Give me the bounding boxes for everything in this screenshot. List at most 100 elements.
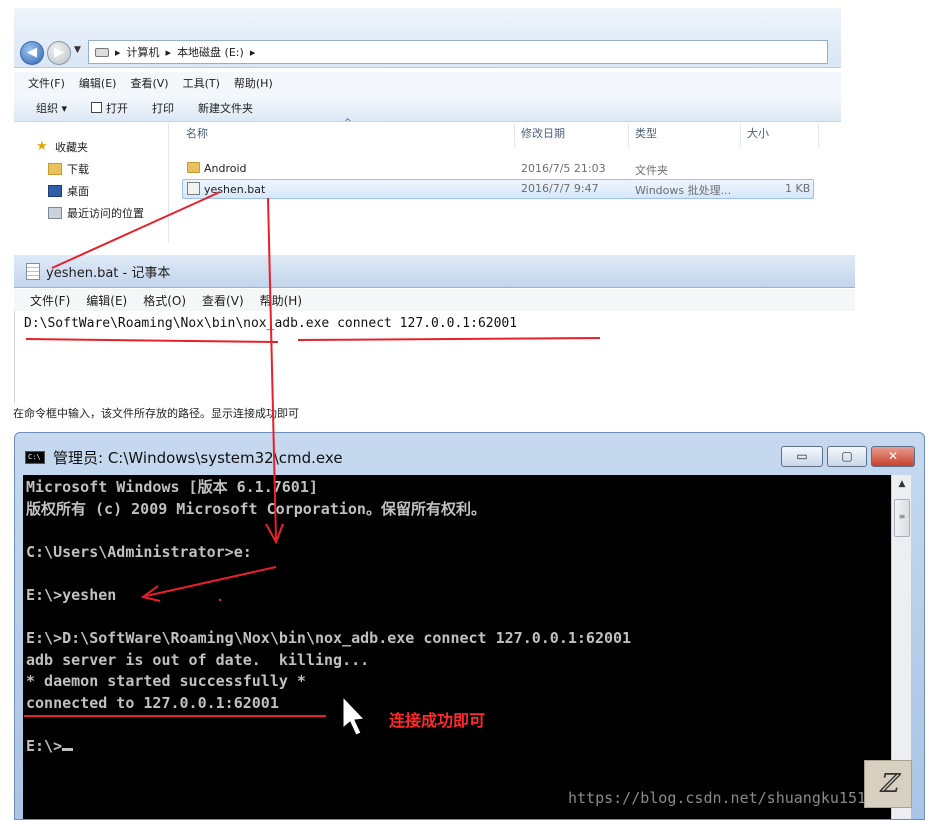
breadcrumb-drive-e[interactable]: 本地磁盘 (E:)	[177, 44, 244, 60]
console-area[interactable]: Microsoft Windows [版本 6.1.7601] 版权所有 (c) …	[23, 475, 891, 819]
breadcrumb-sep-icon: ▸	[249, 45, 256, 59]
column-divider[interactable]	[818, 123, 819, 147]
recent-pages-dropdown-icon[interactable]: ▼	[74, 45, 81, 55]
open-icon	[91, 102, 103, 113]
organize-button[interactable]: 组织 ▾	[14, 100, 79, 116]
nav-recent-label: 最近访问的位置	[67, 207, 144, 220]
notepad-window: yeshen.bat - 记事本 文件(F) 编辑(E) 格式(O) 查看(V)…	[14, 255, 855, 403]
console-line: C:\Users\Administrator>e:	[26, 542, 252, 561]
minimize-button[interactable]: ▭	[781, 446, 823, 467]
breadcrumb-computer[interactable]: 计算机	[127, 44, 160, 60]
print-button[interactable]: 打印	[140, 100, 186, 116]
explorer-menu-bar: 文件(F) 编辑(E) 查看(V) 工具(T) 帮助(H)	[14, 72, 841, 94]
file-row-yeshen-bat[interactable]: yeshen.bat 2016/7/7 9:47 Windows 批处理... …	[182, 179, 814, 199]
np-menu-view[interactable]: 查看(V)	[202, 292, 244, 309]
address-bar-area: ◀ ▶ ▼ ▸ 计算机 ▸ 本地磁盘 (E:) ▸	[14, 8, 841, 68]
column-name[interactable]: 名称	[186, 125, 208, 141]
file-type: Windows 批处理...	[635, 184, 732, 197]
menu-file[interactable]: 文件(F)	[28, 75, 65, 91]
notepad-edit-area[interactable]: D:\SoftWare\Roaming\Nox\bin\nox_adb.exe …	[14, 311, 855, 403]
np-menu-format[interactable]: 格式(O)	[143, 292, 186, 309]
file-type: 文件夹	[635, 164, 668, 177]
new-folder-button[interactable]: 新建文件夹	[186, 100, 265, 116]
nav-downloads-label: 下载	[67, 163, 89, 176]
notepad-content: D:\SoftWare\Roaming\Nox\bin\nox_adb.exe …	[24, 316, 518, 331]
cmd-title: 管理员: C:\Windows\system32\cmd.exe	[53, 449, 343, 467]
back-button[interactable]: ◀	[20, 41, 44, 65]
cmd-title-bar: C:\ 管理员: C:\Windows\system32\cmd.exe	[25, 447, 343, 468]
column-size[interactable]: 大小	[747, 125, 769, 141]
column-divider[interactable]	[740, 123, 741, 147]
navigation-pane: ★ 收藏夹 下载 桌面 最近访问的位置	[14, 123, 169, 242]
nav-favorites[interactable]: ★ 收藏夹	[36, 139, 88, 155]
console-line: 版权所有 (c) 2009 Microsoft Corporation。保留所有…	[26, 499, 486, 518]
column-type[interactable]: 类型	[635, 125, 657, 141]
file-row-android[interactable]: Android 2016/7/5 21:03 文件夹	[182, 159, 814, 179]
file-name-cell: yeshen.bat	[187, 182, 265, 196]
console-output: Microsoft Windows [版本 6.1.7601] 版权所有 (c) …	[26, 477, 631, 758]
column-divider[interactable]	[628, 123, 629, 147]
file-date: 2016/7/7 9:47	[521, 182, 599, 195]
sort-arrow-icon: ^	[344, 118, 352, 128]
nav-desktop-label: 桌面	[67, 185, 89, 198]
console-line: Microsoft Windows [版本 6.1.7601]	[26, 478, 318, 496]
console-line: E:\>D:\SoftWare\Roaming\Nox\bin\nox_adb.…	[26, 629, 632, 648]
file-list: 名称 ^ 修改日期 类型 大小 Android 2016/7/5 21:03 文…	[170, 118, 841, 242]
desktop-icon	[48, 185, 62, 197]
console-line: * daemon started successfully *	[26, 672, 306, 691]
open-button[interactable]: 打开	[79, 100, 140, 116]
success-annotation: 连接成功即可	[389, 711, 486, 730]
file-size: 1 KB	[785, 182, 811, 195]
notepad-menu-bar: 文件(F) 编辑(E) 格式(O) 查看(V) 帮助(H)	[14, 289, 855, 311]
open-label: 打开	[106, 101, 129, 115]
close-button[interactable]: ✕	[871, 446, 915, 467]
menu-tools[interactable]: 工具(T)	[183, 75, 220, 91]
nav-recent[interactable]: 最近访问的位置	[48, 205, 144, 221]
file-name: Android	[204, 162, 247, 175]
console-prompt-line: E:\>	[26, 736, 631, 758]
notepad-title: yeshen.bat - 记事本	[46, 265, 171, 281]
maximize-button[interactable]: ▢	[827, 446, 867, 467]
console-line: E:\>yeshen	[26, 585, 117, 604]
cmd-icon: C:\	[25, 451, 45, 464]
forward-button[interactable]: ▶	[47, 41, 71, 65]
menu-help[interactable]: 帮助(H)	[234, 75, 273, 91]
scroll-up-arrow-icon[interactable]: ▲	[894, 479, 910, 495]
np-menu-file[interactable]: 文件(F)	[30, 292, 70, 309]
notepad-icon	[26, 262, 40, 280]
np-menu-edit[interactable]: 编辑(E)	[86, 292, 127, 309]
nav-favorites-label: 收藏夹	[55, 141, 88, 154]
console-prompt: E:\>	[26, 737, 63, 756]
column-date[interactable]: 修改日期	[521, 125, 565, 141]
recent-places-icon	[48, 207, 62, 219]
menu-edit[interactable]: 编辑(E)	[79, 75, 117, 91]
computer-icon	[95, 47, 109, 57]
instruction-caption: 在命令框中输入，该文件所存放的路径。显示连接成功即可	[13, 407, 299, 420]
scroll-thumb[interactable]: ≡	[894, 499, 910, 537]
console-line: connected to 127.0.0.1:62001	[26, 693, 279, 712]
watermark-url: https://blog.csdn.net/shuangku151	[568, 789, 867, 807]
menu-view[interactable]: 查看(V)	[130, 75, 168, 91]
file-name-cell: Android	[187, 162, 247, 175]
address-box[interactable]: ▸ 计算机 ▸ 本地磁盘 (E:) ▸	[88, 40, 828, 64]
folder-icon	[187, 162, 200, 173]
breadcrumb-sep-icon: ▸	[165, 45, 172, 59]
nav-desktop[interactable]: 桌面	[48, 183, 89, 199]
explorer-window: ◀ ▶ ▼ ▸ 计算机 ▸ 本地磁盘 (E:) ▸ 文件(F) 编辑(E) 查看…	[14, 8, 841, 242]
file-date: 2016/7/5 21:03	[521, 162, 606, 175]
np-menu-help[interactable]: 帮助(H)	[260, 292, 302, 309]
signature-stamp-icon: ℤ	[864, 760, 912, 808]
batch-file-icon	[187, 182, 200, 195]
file-name: yeshen.bat	[204, 183, 266, 196]
column-divider[interactable]	[514, 123, 515, 147]
nav-downloads[interactable]: 下载	[48, 161, 89, 177]
star-icon: ★	[36, 139, 48, 154]
text-cursor	[62, 748, 74, 752]
explorer-command-bar: 组织 ▾ 打开 打印 新建文件夹	[14, 94, 841, 122]
console-line: adb server is out of date. killing...	[26, 650, 370, 669]
breadcrumb-sep-icon: ▸	[115, 45, 121, 59]
